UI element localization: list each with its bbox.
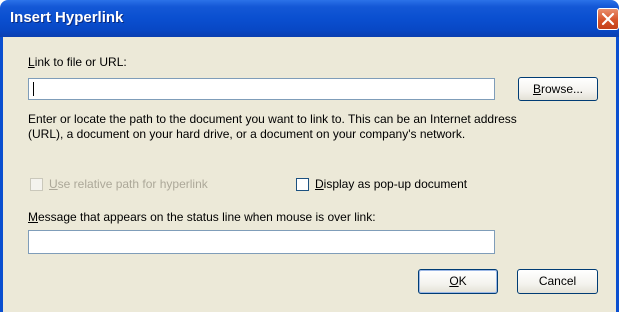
dialog-title: Insert Hyperlink [10, 9, 124, 26]
relative-path-label: Use relative path for hyperlink [49, 177, 208, 191]
description-line-2: (URL), a document on your hard drive, or… [28, 127, 466, 141]
cancel-button[interactable]: Cancel [517, 269, 598, 294]
ok-button[interactable]: OK [418, 269, 498, 294]
popup-label: Display as pop-up document [315, 177, 468, 191]
browse-button[interactable]: Browse... [518, 77, 598, 101]
insert-hyperlink-dialog: Insert Hyperlink Link to file or URL: Br… [0, 0, 619, 312]
status-message-label: Message that appears on the status line … [28, 210, 376, 224]
title-bar[interactable]: Insert Hyperlink [0, 0, 619, 37]
status-message-input[interactable] [28, 230, 495, 254]
link-url-input[interactable] [28, 78, 495, 100]
dialog-body: Link to file or URL: Browse... Enter or … [0, 37, 619, 312]
close-button[interactable] [597, 8, 619, 30]
popup-checkbox[interactable] [296, 178, 309, 191]
close-icon [601, 12, 615, 26]
relative-path-checkbox[interactable] [30, 178, 43, 191]
text-caret [33, 82, 34, 96]
link-label: Link to file or URL: [28, 55, 127, 69]
description-line-1: Enter or locate the path to the document… [28, 112, 517, 126]
